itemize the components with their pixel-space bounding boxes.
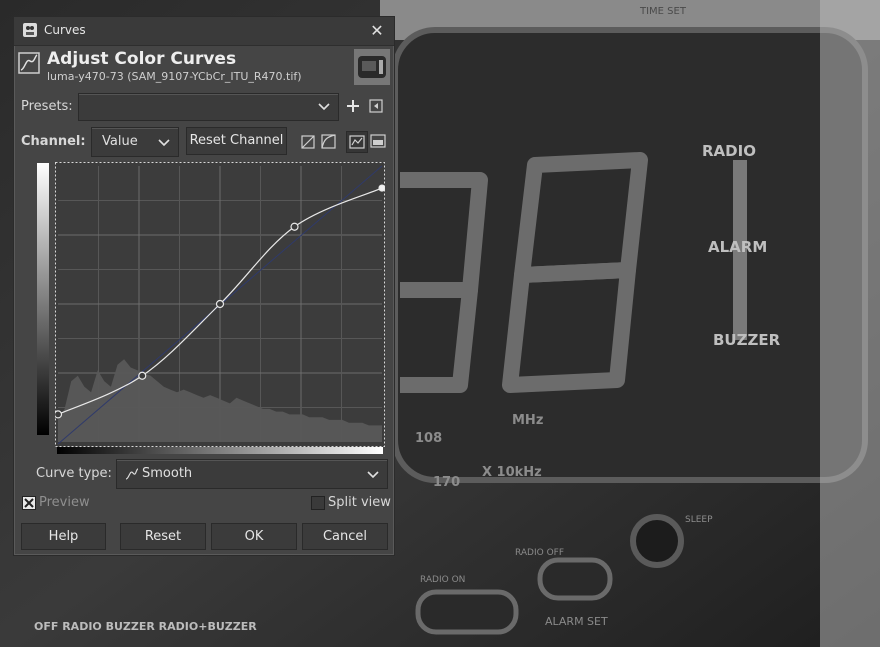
split-view-checkbox[interactable] <box>311 496 325 510</box>
alarm-label-bg: ALARM <box>708 238 767 256</box>
radio-label-bg: RADIO <box>702 142 756 160</box>
presets-label: Presets: <box>21 99 73 114</box>
chevron-down-icon <box>158 139 170 147</box>
curve-control-point[interactable] <box>55 410 63 419</box>
histogram-view-icon <box>349 135 365 149</box>
image-name: luma-y470-73 (SAM_9107-YCbCr_ITU_R470.ti… <box>47 70 302 83</box>
khz-label-bg: X 10kHz <box>482 465 542 480</box>
reset-button[interactable]: Reset <box>120 523 206 550</box>
close-icon[interactable]: ✕ <box>366 20 388 42</box>
titlebar[interactable]: Curves ✕ <box>14 17 394 46</box>
cancel-button[interactable]: Cancel <box>302 523 388 550</box>
vertical-value-gradient <box>37 163 49 435</box>
curve-control-point[interactable] <box>378 184 385 192</box>
channel-view-button-1[interactable] <box>346 131 368 153</box>
help-button[interactable]: Help <box>21 523 106 550</box>
channel-label: Channel: <box>21 134 86 149</box>
preset-menu-icon[interactable] <box>369 99 383 113</box>
histogram-alt-view-icon <box>370 134 386 148</box>
reset-channel-button[interactable]: Reset Channel <box>186 127 287 155</box>
preview-checkbox[interactable] <box>22 496 36 510</box>
curve-type-combo[interactable]: Smooth <box>116 459 388 489</box>
add-preset-icon[interactable] <box>345 98 361 114</box>
smooth-curve-icon <box>125 468 139 480</box>
curve-control-point[interactable] <box>138 371 147 380</box>
alarm-set-bg: ALARM SET <box>545 615 608 628</box>
image-thumbnail <box>354 49 390 85</box>
time-set-bg: TIME SET <box>639 6 687 17</box>
mode-labels-bg: OFF RADIO BUZZER RADIO+BUZZER <box>34 620 257 633</box>
gimp-app-icon <box>23 23 37 37</box>
curve-control-point[interactable] <box>290 222 299 231</box>
linear-histogram-icon[interactable] <box>301 135 315 149</box>
sleep-label-bg: SLEEP <box>685 515 713 525</box>
curves-dialog: Curves ✕ Adjust Color Curves luma-y470-7… <box>13 16 395 556</box>
log-histogram-icon[interactable] <box>321 134 336 149</box>
radio-off-bg: RADIO OFF <box>515 548 564 558</box>
curve-control-point[interactable] <box>215 299 225 309</box>
split-view-label: Split view <box>328 495 391 510</box>
chevron-down-icon <box>318 103 330 111</box>
channel-value: Value <box>102 134 138 149</box>
curve-type-label: Curve type: <box>36 466 112 481</box>
freq-170-bg: 170 <box>433 475 460 490</box>
dialog-header: Adjust Color Curves luma-y470-73 (SAM_91… <box>14 46 394 90</box>
dialog-heading: Adjust Color Curves <box>47 49 237 69</box>
curve-type-value: Smooth <box>142 466 193 481</box>
presets-combo[interactable] <box>78 93 339 121</box>
channel-view-button-2[interactable] <box>368 131 388 151</box>
ok-button[interactable]: OK <box>211 523 297 550</box>
curves-tool-icon <box>18 52 40 74</box>
preview-label: Preview <box>39 495 90 510</box>
buzzer-label-bg: BUZZER <box>713 331 781 349</box>
window-title: Curves <box>44 23 86 37</box>
mhz-label-bg: MHz <box>512 413 543 428</box>
chevron-down-icon <box>367 471 379 479</box>
check-icon <box>24 498 34 508</box>
channel-combo[interactable]: Value <box>91 127 179 157</box>
curve-graph[interactable] <box>55 162 385 447</box>
freq-108-bg: 108 <box>415 431 442 446</box>
radio-on-bg: RADIO ON <box>420 575 465 585</box>
